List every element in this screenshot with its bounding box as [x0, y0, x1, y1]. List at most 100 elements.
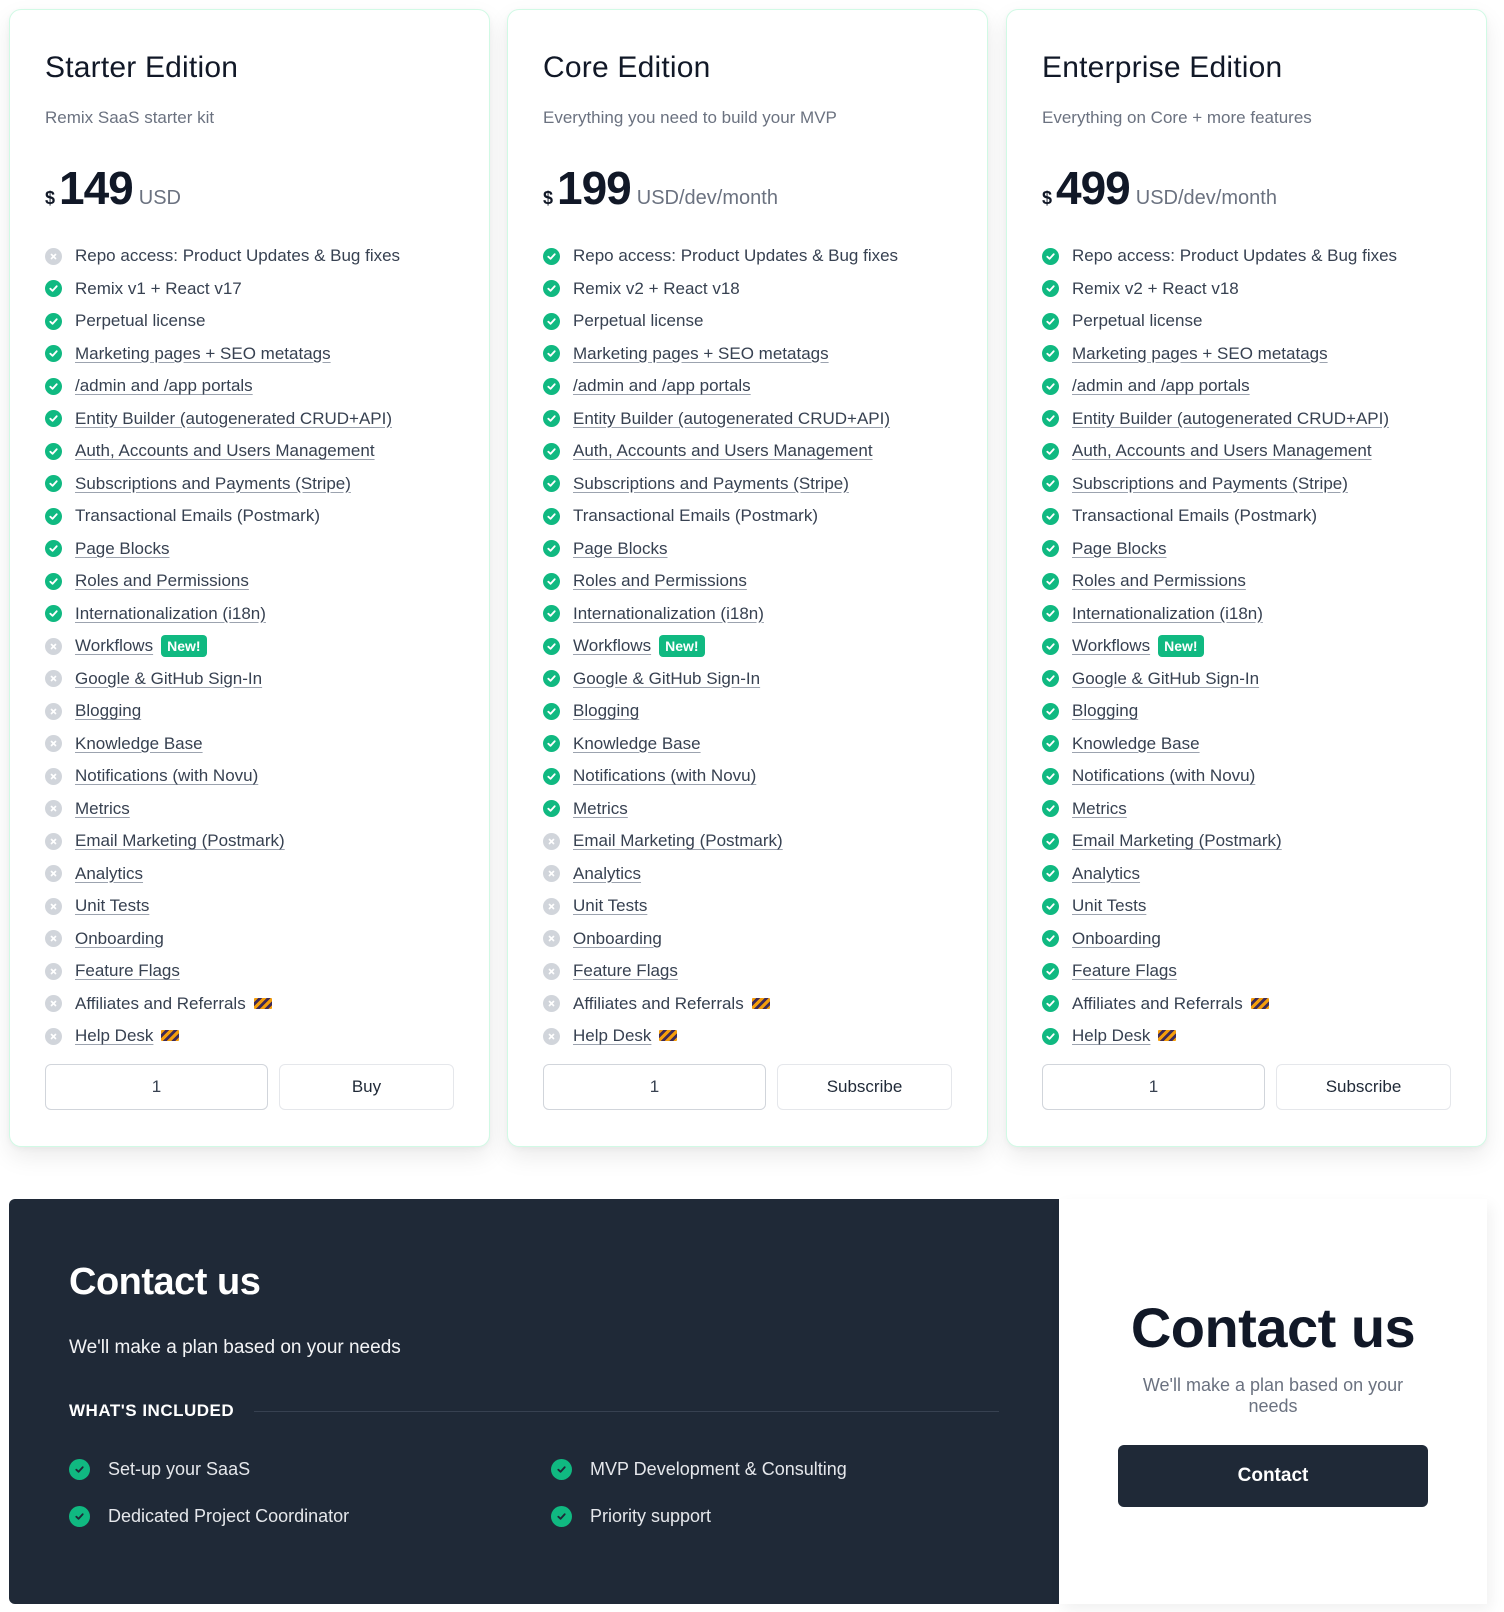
feature-link[interactable]: Unit Tests [75, 896, 149, 916]
feature-label: Perpetual license [75, 311, 205, 331]
feature-link[interactable]: Internationalization (i18n) [1072, 604, 1263, 624]
feature-label: Remix v2 + React v18 [1072, 279, 1239, 299]
feature-link[interactable]: Knowledge Base [75, 734, 203, 754]
currency-symbol: $ [45, 188, 56, 208]
feature-link[interactable]: Page Blocks [1072, 539, 1167, 559]
feature-link[interactable]: Subscriptions and Payments (Stripe) [75, 474, 351, 494]
feature-link[interactable]: Marketing pages + SEO metatags [573, 344, 829, 364]
feature-link[interactable]: Knowledge Base [573, 734, 701, 754]
buy-button[interactable]: Buy [279, 1064, 454, 1110]
feature-link[interactable]: Internationalization (i18n) [75, 604, 266, 624]
feature-link[interactable]: Unit Tests [573, 896, 647, 916]
feature-link[interactable]: Workflows [573, 636, 651, 656]
feature-link[interactable]: Help Desk [75, 1026, 180, 1046]
feature-link[interactable]: Page Blocks [573, 539, 668, 559]
feature-link[interactable]: Notifications (with Novu) [75, 766, 258, 786]
feature-item: Entity Builder (autogenerated CRUD+API) [543, 403, 952, 436]
construction-icon [1158, 1030, 1177, 1042]
feature-link[interactable]: Analytics [75, 864, 143, 884]
feature-link[interactable]: Feature Flags [573, 961, 678, 981]
feature-link[interactable]: Metrics [1072, 799, 1127, 819]
feature-text: Workflows [573, 636, 652, 656]
feature-link[interactable]: Auth, Accounts and Users Management [573, 441, 873, 461]
plan-subtitle: Everything on Core + more features [1042, 108, 1312, 127]
feature-link[interactable]: Onboarding [75, 929, 164, 949]
feature-link[interactable]: Feature Flags [75, 961, 180, 981]
feature-link[interactable]: Roles and Permissions [1072, 571, 1246, 591]
feature-link[interactable]: Email Marketing (Postmark) [1072, 831, 1282, 851]
quantity-input[interactable] [45, 1064, 268, 1110]
feature-link[interactable]: Subscriptions and Payments (Stripe) [1072, 474, 1348, 494]
feature-item: Blogging [45, 695, 454, 728]
feature-link[interactable]: Metrics [573, 799, 628, 819]
feature-link[interactable]: Google & GitHub Sign-In [573, 669, 760, 689]
feature-link[interactable]: Blogging [573, 701, 639, 721]
feature-link[interactable]: Notifications (with Novu) [1072, 766, 1255, 786]
feature-link[interactable]: /admin and /app portals [75, 376, 253, 396]
x-circle-icon [543, 865, 560, 883]
feature-link[interactable]: Help Desk [1072, 1026, 1177, 1046]
feature-link[interactable]: Metrics [75, 799, 130, 819]
feature-link[interactable]: Onboarding [573, 929, 662, 949]
construction-icon [751, 997, 770, 1009]
feature-item: Metrics [543, 793, 952, 826]
feature-link[interactable]: Workflows [75, 636, 153, 656]
feature-link[interactable]: Blogging [75, 701, 141, 721]
feature-link[interactable]: Feature Flags [1072, 961, 1177, 981]
feature-link[interactable]: Email Marketing (Postmark) [75, 831, 285, 851]
feature-link[interactable]: Roles and Permissions [573, 571, 747, 591]
subscribe-button[interactable]: Subscribe [1276, 1064, 1451, 1110]
check-circle-icon [1042, 312, 1059, 330]
feature-link[interactable]: Marketing pages + SEO metatags [75, 344, 331, 364]
contact-button[interactable]: Contact [1118, 1444, 1428, 1507]
x-circle-icon [45, 897, 62, 915]
quantity-input[interactable] [1042, 1064, 1265, 1110]
feature-link[interactable]: Entity Builder (autogenerated CRUD+API) [573, 409, 890, 429]
feature-link[interactable]: Knowledge Base [1072, 734, 1200, 754]
feature-text: Remix v1 + React v17 [75, 278, 242, 298]
feature-link[interactable]: Auth, Accounts and Users Management [1072, 441, 1372, 461]
feature-list: Repo access: Product Updates & Bug fixes… [45, 240, 454, 1053]
feature-text: Repo access: Product Updates & Bug fixes [1072, 246, 1398, 266]
feature-link[interactable]: Workflows [1072, 636, 1150, 656]
check-circle-icon [1042, 995, 1059, 1013]
feature-link[interactable]: Google & GitHub Sign-In [75, 669, 262, 689]
feature-link[interactable]: Analytics [573, 864, 641, 884]
feature-link[interactable]: Email Marketing (Postmark) [573, 831, 783, 851]
feature-link[interactable]: Blogging [1072, 701, 1138, 721]
feature-item: Auth, Accounts and Users Management [543, 435, 952, 468]
feature-link[interactable]: Analytics [1072, 864, 1140, 884]
feature-link[interactable]: Subscriptions and Payments (Stripe) [573, 474, 849, 494]
feature-link[interactable]: Marketing pages + SEO metatags [1072, 344, 1328, 364]
feature-link[interactable]: Unit Tests [1072, 896, 1146, 916]
feature-link[interactable]: Google & GitHub Sign-In [1072, 669, 1259, 689]
feature-link[interactable]: Notifications (with Novu) [573, 766, 756, 786]
check-circle-icon [543, 247, 560, 265]
subscribe-button[interactable]: Subscribe [777, 1064, 952, 1110]
feature-link[interactable]: Page Blocks [75, 539, 170, 559]
check-circle-icon [1042, 897, 1059, 915]
x-circle-icon [45, 735, 62, 753]
feature-link[interactable]: /admin and /app portals [1072, 376, 1250, 396]
feature-link[interactable]: Auth, Accounts and Users Management [75, 441, 375, 461]
quantity-input[interactable] [543, 1064, 766, 1110]
feature-item: Internationalization (i18n) [1042, 598, 1451, 631]
feature-link[interactable]: Roles and Permissions [75, 571, 249, 591]
feature-text: Remix v2 + React v18 [573, 278, 740, 298]
feature-link[interactable]: /admin and /app portals [573, 376, 751, 396]
plan-price: $ 499 USD/dev/month [1042, 164, 1451, 212]
feature-link[interactable]: Entity Builder (autogenerated CRUD+API) [75, 409, 392, 429]
check-circle-icon [543, 410, 560, 428]
feature-link[interactable]: Internationalization (i18n) [573, 604, 764, 624]
feature-item: Roles and Permissions [543, 565, 952, 598]
feature-link[interactable]: Help Desk [573, 1026, 678, 1046]
feature-item: Knowledge Base [1042, 728, 1451, 761]
feature-item: Unit Tests [1042, 890, 1451, 923]
feature-link[interactable]: Onboarding [1072, 929, 1161, 949]
x-circle-icon [543, 995, 560, 1013]
feature-label: Remix v1 + React v17 [75, 279, 242, 299]
feature-label: Perpetual license [573, 311, 703, 331]
included-list: Set-up your SaaS MVP Development & Consu… [69, 1459, 999, 1527]
feature-link[interactable]: Entity Builder (autogenerated CRUD+API) [1072, 409, 1389, 429]
check-circle-icon [45, 475, 62, 493]
